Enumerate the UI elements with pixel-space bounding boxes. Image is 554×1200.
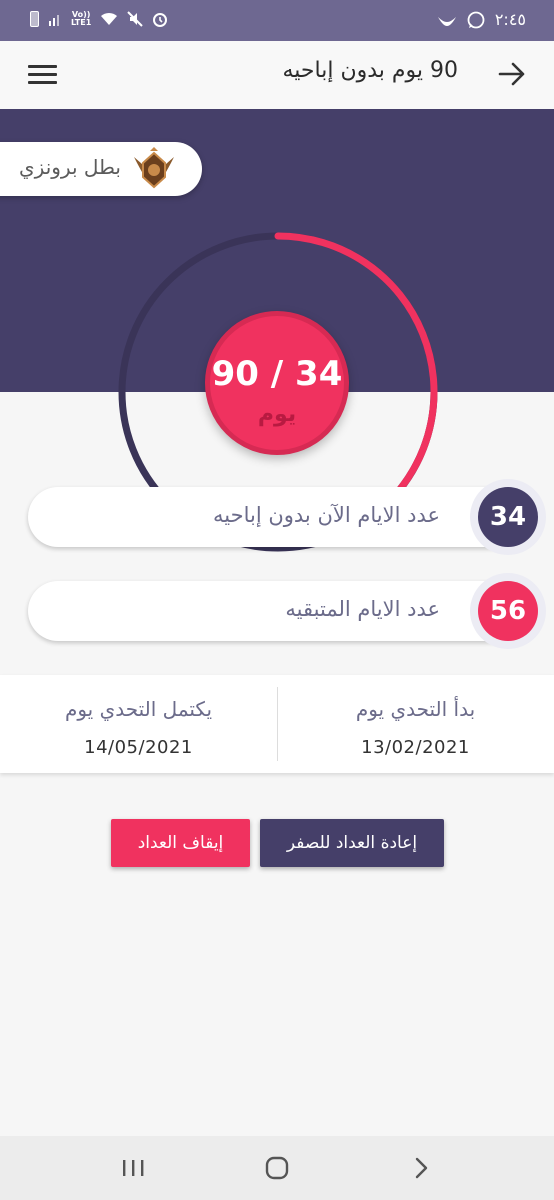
end-date-column: يكتمل التحدي يوم 14/05/2021 xyxy=(0,675,277,773)
alarm-icon xyxy=(153,13,168,27)
stat-label: عدد الايام المتبقيه xyxy=(285,597,440,621)
start-date-column: بدأ التحدي يوم 13/02/2021 xyxy=(277,675,554,773)
signal-icon xyxy=(49,15,59,26)
stat-card-remaining-days: عدد الايام المتبقيه 56 xyxy=(28,573,546,649)
page-title: 90 يوم بدون إباحيه xyxy=(282,58,458,83)
lte-label-bottom: LTE1 xyxy=(71,18,92,27)
status-time: ٢:٤٥ xyxy=(494,10,526,29)
end-date-title: يكتمل التحدي يوم xyxy=(64,697,213,721)
end-date-value: 14/05/2021 xyxy=(84,737,193,758)
stat-number: 34 xyxy=(478,487,538,547)
menu-icon-bar xyxy=(28,73,57,76)
wifi-icon xyxy=(101,12,118,25)
start-date-title: بدأ التحدي يوم xyxy=(355,697,476,721)
stat-label: عدد الايام الآن بدون إباحيه xyxy=(213,503,440,527)
day-counter-circle: 90 / 34 يوم xyxy=(205,311,349,455)
status-icons-left: Vo)) LTE1 xyxy=(30,11,168,27)
stat-number-ring: 34 xyxy=(470,479,546,555)
day-counter-text: 90 / 34 xyxy=(211,354,343,394)
lte-icon: Vo)) LTE1 xyxy=(71,11,91,27)
stop-counter-button[interactable]: إيقاف العداد xyxy=(111,819,250,867)
mute-icon xyxy=(127,11,143,27)
home-icon[interactable] xyxy=(261,1152,293,1184)
bronze-rank-icon xyxy=(134,147,174,189)
status-icons-right: ٢:٤٥ xyxy=(437,10,526,29)
back-arrow-icon[interactable] xyxy=(496,58,528,90)
stat-number-ring: 56 xyxy=(470,573,546,649)
day-counter-unit: يوم xyxy=(257,402,297,427)
menu-button[interactable] xyxy=(28,61,62,89)
battery-icon xyxy=(30,11,39,27)
menu-icon-bar xyxy=(28,81,57,84)
app-bar: 90 يوم بدون إباحيه xyxy=(0,41,554,109)
bird-icon xyxy=(437,16,456,26)
start-date-value: 13/02/2021 xyxy=(361,737,470,758)
dates-panel: يكتمل التحدي يوم 14/05/2021 بدأ التحدي ي… xyxy=(0,675,554,773)
rank-label: بطل برونزي xyxy=(19,155,121,179)
recent-apps-icon[interactable] xyxy=(117,1152,149,1184)
system-nav-bar xyxy=(0,1136,554,1200)
reset-counter-button[interactable]: إعادة العداد للصفر xyxy=(260,819,444,867)
back-nav-icon[interactable] xyxy=(405,1152,437,1184)
menu-icon-bar xyxy=(28,65,57,68)
rank-badge[interactable]: بطل برونزي xyxy=(0,142,202,196)
whatsapp-icon xyxy=(467,11,485,28)
status-bar: Vo)) LTE1 ٢:٤٥ xyxy=(0,0,554,41)
stat-card-current-days: عدد الايام الآن بدون إباحيه 34 xyxy=(28,479,546,555)
stat-number: 56 xyxy=(478,581,538,641)
